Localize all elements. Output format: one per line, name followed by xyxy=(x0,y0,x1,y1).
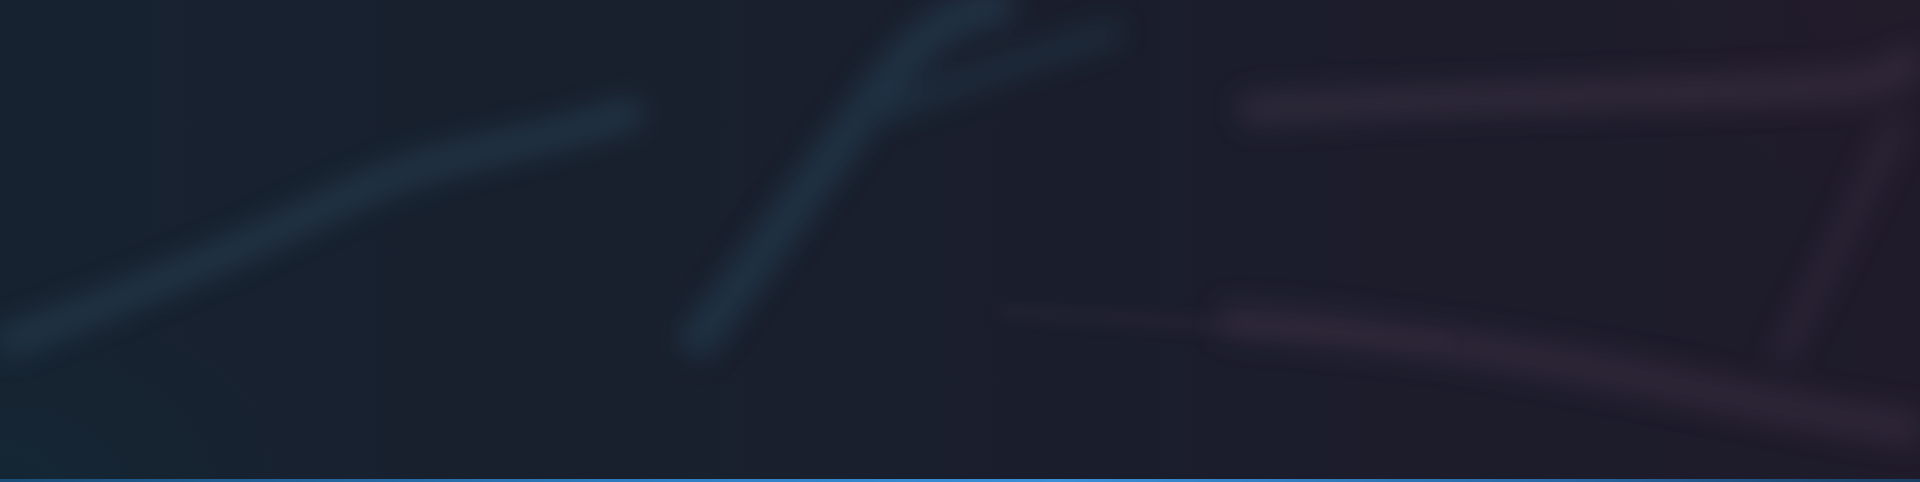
hero-banner xyxy=(0,0,1920,482)
streak-top-right-violet xyxy=(1239,45,1920,125)
background-light-streaks xyxy=(0,0,1920,447)
streak-right-vertical-violet xyxy=(1770,115,1910,365)
streak-center-teal xyxy=(676,0,1017,361)
streak-left-teal xyxy=(0,97,645,358)
